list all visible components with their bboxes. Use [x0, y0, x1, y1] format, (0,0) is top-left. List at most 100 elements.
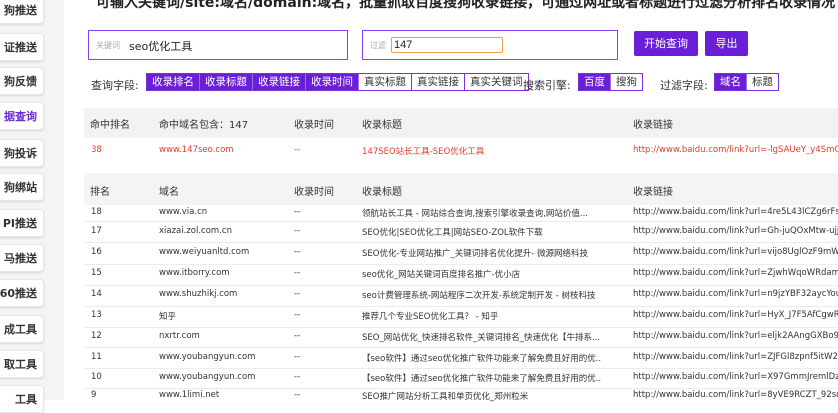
sidebar-item-7[interactable]: PI推送 [0, 209, 44, 237]
row-divider [84, 242, 838, 243]
row-domain: 知乎 [159, 312, 177, 322]
row-title[interactable]: 推荐几个专业SEO优化工具？ - 知乎 [362, 310, 602, 322]
row-link[interactable]: http://www.baidu.com/link?url=HyX_J7F5Af… [633, 310, 838, 320]
query-field-time[interactable]: 收录时间 [306, 74, 359, 90]
match-title[interactable]: 147SEO站长工具-SEO优化工具 [362, 145, 484, 157]
match-time: -- [294, 145, 301, 155]
row-link[interactable]: http://www.baidu.com/link?url=8yVE9RCZT_… [633, 390, 838, 400]
row-divider [84, 347, 838, 348]
row-rank: 15 [91, 268, 102, 278]
sidebar-item-11[interactable]: 取工具 [0, 350, 44, 378]
result-header-domain: 域名 [159, 187, 179, 198]
sidebar-item-1[interactable]: 狗推送 [0, 0, 44, 24]
keyword-field[interactable]: 关键词 seo优化工具 [88, 30, 348, 60]
row-link[interactable]: http://www.baidu.com/link?url=ZJFGl8zpnf… [633, 352, 838, 362]
match-rank: 38 [91, 145, 102, 155]
row-time: -- [294, 310, 301, 320]
page-headline: 可输入关键词/site:域名/domain:域名，批量抓取百度搜狗收录链接，可通… [96, 0, 836, 11]
row-divider [84, 388, 838, 389]
row-domain: www.1limi.net [159, 390, 220, 400]
row-rank: 13 [91, 310, 102, 320]
keyword-label: 关键词 [96, 41, 120, 50]
row-rank: 12 [91, 331, 102, 341]
result-header-time: 收录时间 [294, 187, 334, 198]
sidebar: 狗推送 证推送 狗反馈 据查询 狗投诉 狗绑站 PI推送 马推送 60推送 成工… [0, 0, 64, 413]
row-link[interactable]: http://www.baidu.com/link?url=n9jzYBF32a… [633, 289, 838, 299]
row-link[interactable]: http://www.baidu.com/link?url=4re5L43lCZ… [633, 207, 838, 217]
row-link[interactable]: http://www.baidu.com/link?url=eljk2AAngG… [633, 331, 838, 341]
row-time: -- [294, 390, 301, 400]
engine-sogou[interactable]: 搜狗 [611, 74, 642, 90]
result-header-link: 收录链接 [633, 187, 673, 198]
row-rank: 14 [91, 289, 102, 299]
filter-field-title[interactable]: 标题 [747, 74, 778, 90]
export-button[interactable]: 导出 [705, 31, 748, 56]
engine-baidu[interactable]: 百度 [579, 74, 611, 90]
sidebar-item-8[interactable]: 马推送 [0, 244, 44, 272]
row-divider [84, 221, 838, 222]
row-time: -- [294, 247, 301, 257]
row-rank: 17 [91, 226, 102, 236]
match-domain: www.147seo.com [159, 145, 234, 155]
match-header-rank: 命中排名 [90, 120, 130, 131]
query-field-real-keyword[interactable]: 真实关键词 [465, 74, 528, 90]
filter-fields-label: 过滤字段: [660, 79, 708, 92]
row-divider [84, 327, 838, 328]
match-link[interactable]: http://www.baidu.com/link?url=-lgSAUeY_y… [633, 145, 838, 155]
result-table-header: 排名 域名 收录时间 收录标题 收录链接 [84, 173, 838, 205]
row-link[interactable]: http://www.baidu.com/link?url=vijo8UglOz… [633, 247, 838, 257]
row-title[interactable]: SEO优化-专业网站推广_关键词排名优化提升- 微源网络科技 [362, 247, 602, 259]
sidebar-item-9[interactable]: 60推送 [0, 279, 44, 307]
row-title[interactable]: 【seo软件】通过seo优化推广软件功能来了解免费且好用的优... [362, 352, 602, 364]
row-title[interactable]: 【seo软件】通过seo优化推广软件功能来了解免费且好用的优... [362, 372, 602, 384]
filter-fields-group: 域名 标题 [714, 73, 779, 91]
query-field-link[interactable]: 收录链接 [253, 74, 306, 90]
sidebar-item-5[interactable]: 狗投诉 [0, 139, 44, 167]
search-engine-label: 搜索引擎: [523, 79, 571, 92]
sidebar-item-2[interactable]: 证推送 [0, 33, 44, 61]
row-title[interactable]: SEO_网站优化_快速排名软件_关键词排名_快速优化【牛排系... [362, 331, 602, 343]
row-rank: 9 [91, 390, 97, 400]
query-field-real-title[interactable]: 真实标题 [359, 74, 412, 90]
filter-input[interactable] [391, 37, 503, 53]
row-title[interactable]: SEO优化|SEO优化工具|网站SEO-ZOL软件下载 [362, 226, 602, 238]
row-title[interactable]: SEO推广网站分析工具和单页优化_郑州粒米 [362, 390, 602, 402]
sidebar-item-3[interactable]: 狗反馈 [0, 67, 44, 95]
query-field-real-link[interactable]: 真实链接 [412, 74, 465, 90]
row-link[interactable]: http://www.baidu.com/link?url=Gh-juQOxMt… [633, 226, 838, 236]
row-divider [84, 285, 838, 286]
row-title[interactable]: seo优化_网站关键词百度排名推广-优小店 [362, 268, 602, 280]
query-field-title[interactable]: 收录标题 [200, 74, 253, 90]
match-header-domain: 命中域名包含：147 [159, 120, 249, 131]
row-divider [84, 368, 838, 369]
filter-field-domain[interactable]: 域名 [715, 74, 747, 90]
filter-label: 过滤 [370, 41, 386, 50]
match-header-link: 收录链接 [633, 120, 673, 131]
row-domain: xiazai.zol.com.cn [159, 226, 232, 236]
main-panel: 可输入关键词/site:域名/domain:域名，批量抓取百度搜狗收录链接，可通… [64, 0, 838, 402]
row-time: -- [294, 207, 301, 217]
sidebar-item-12[interactable]: 工具 [0, 385, 44, 413]
row-domain: www.youbangyun.com [159, 352, 256, 362]
row-link[interactable]: http://www.baidu.com/link?url=X97GmmJrem… [633, 372, 838, 382]
result-header-title: 收录标题 [362, 187, 402, 198]
query-field-rank[interactable]: 收录排名 [147, 74, 200, 90]
result-header-rank: 排名 [90, 187, 110, 198]
row-time: -- [294, 331, 301, 341]
row-title[interactable]: 领航站长工具 - 网站综合查询,搜索引擎收录查询,网站价值... [362, 207, 602, 219]
row-time: -- [294, 226, 301, 236]
keyword-value[interactable]: seo优化工具 [129, 38, 192, 54]
row-time: -- [294, 372, 301, 382]
sidebar-item-10[interactable]: 成工具 [0, 315, 44, 343]
row-time: -- [294, 352, 301, 362]
row-link[interactable]: http://www.baidu.com/link?url=ZjwhWqoWRd… [633, 268, 838, 278]
row-domain: www.via.cn [159, 207, 208, 217]
row-domain: nxrtr.com [159, 331, 200, 341]
match-header-time: 收录时间 [294, 120, 334, 131]
query-fields-group: 收录排名 收录标题 收录链接 收录时间 真实标题 真实链接 真实关键词 [146, 73, 529, 91]
row-title[interactable]: seo计费管理系统-网站程序二次开发-系统定制开发 - 树枝科技 [362, 289, 602, 301]
match-table-header: 命中排名 命中域名包含：147 收录时间 收录标题 收录链接 [84, 108, 838, 138]
sidebar-item-6[interactable]: 狗绑站 [0, 173, 44, 201]
sidebar-item-4[interactable]: 据查询 [0, 102, 44, 130]
start-query-button[interactable]: 开始查询 [634, 31, 698, 56]
